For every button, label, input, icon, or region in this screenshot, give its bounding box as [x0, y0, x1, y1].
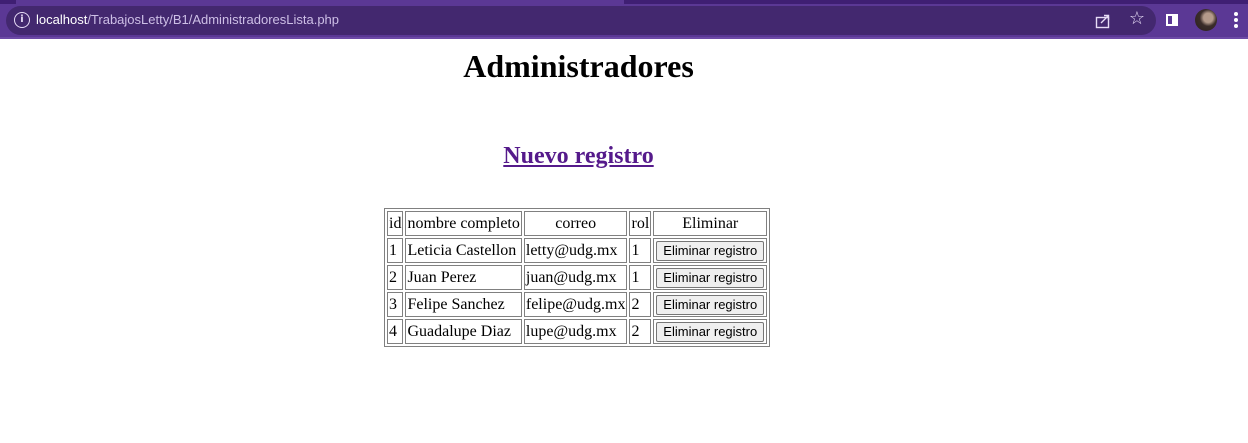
toolbar-divider — [0, 37, 1248, 39]
side-panel-icon[interactable] — [1166, 14, 1178, 26]
cell-id: 4 — [387, 319, 404, 344]
cell-action: Eliminar registro — [653, 265, 768, 290]
kebab-menu-icon[interactable] — [1234, 12, 1238, 30]
cell-rol: 2 — [629, 292, 652, 317]
page-title: Administradores — [463, 48, 694, 84]
table-row: 4 Guadalupe Diaz lupe@udg.mx 2 Eliminar … — [387, 319, 768, 344]
cell-rol: 1 — [629, 238, 652, 263]
cell-nombre: Felipe Sanchez — [405, 292, 522, 317]
cell-correo: juan@udg.mx — [523, 265, 628, 290]
browser-toolbar: i localhost/TrabajosLetty/B1/Administrad… — [0, 4, 1248, 37]
bookmark-star-icon[interactable]: ☆ — [1127, 9, 1147, 29]
cell-action: Eliminar registro — [653, 292, 768, 317]
site-info-icon[interactable]: i — [14, 12, 30, 28]
new-record-link-wrap: Nuevo registro — [0, 141, 1157, 171]
delete-record-button[interactable]: Eliminar registro — [656, 321, 765, 342]
address-bar[interactable]: i localhost/TrabajosLetty/B1/Administrad… — [6, 6, 1156, 35]
cell-nombre: Guadalupe Diaz — [405, 319, 522, 344]
table-row: 3 Felipe Sanchez felipe@udg.mx 2 Elimina… — [387, 292, 768, 317]
new-record-link[interactable]: Nuevo registro — [503, 143, 653, 169]
cell-id: 3 — [387, 292, 404, 317]
cell-action: Eliminar registro — [653, 319, 768, 344]
header-eliminar: Eliminar — [653, 211, 768, 236]
url-text[interactable]: localhost/TrabajosLetty/B1/Administrador… — [36, 12, 339, 27]
cell-correo: letty@udg.mx — [523, 238, 628, 263]
cell-nombre: Juan Perez — [405, 265, 522, 290]
header-nombre: nombre completo — [405, 211, 522, 236]
table-header-row: id nombre completo correo rol Eliminar — [387, 211, 768, 236]
cell-correo: lupe@udg.mx — [523, 319, 628, 344]
cell-id: 1 — [387, 238, 404, 263]
cell-action: Eliminar registro — [653, 238, 768, 263]
table-row: 1 Leticia Castellon letty@udg.mx 1 Elimi… — [387, 238, 768, 263]
delete-record-button[interactable]: Eliminar registro — [656, 240, 765, 261]
header-correo: correo — [523, 211, 628, 236]
url-host: localhost — [36, 12, 88, 27]
profile-avatar[interactable] — [1195, 9, 1217, 31]
share-icon[interactable] — [1095, 13, 1111, 29]
admins-table: id nombre completo correo rol Eliminar 1… — [384, 208, 771, 347]
cell-nombre: Leticia Castellon — [405, 238, 522, 263]
cell-rol: 1 — [629, 265, 652, 290]
cell-rol: 2 — [629, 319, 652, 344]
header-id: id — [387, 211, 404, 236]
url-path: /TrabajosLetty/B1/AdministradoresLista.p… — [87, 12, 340, 27]
cell-id: 2 — [387, 265, 404, 290]
cell-correo: felipe@udg.mx — [523, 292, 628, 317]
header-rol: rol — [629, 211, 652, 236]
delete-record-button[interactable]: Eliminar registro — [656, 294, 765, 315]
delete-record-button[interactable]: Eliminar registro — [656, 267, 765, 288]
table-row: 2 Juan Perez juan@udg.mx 1 Eliminar regi… — [387, 265, 768, 290]
